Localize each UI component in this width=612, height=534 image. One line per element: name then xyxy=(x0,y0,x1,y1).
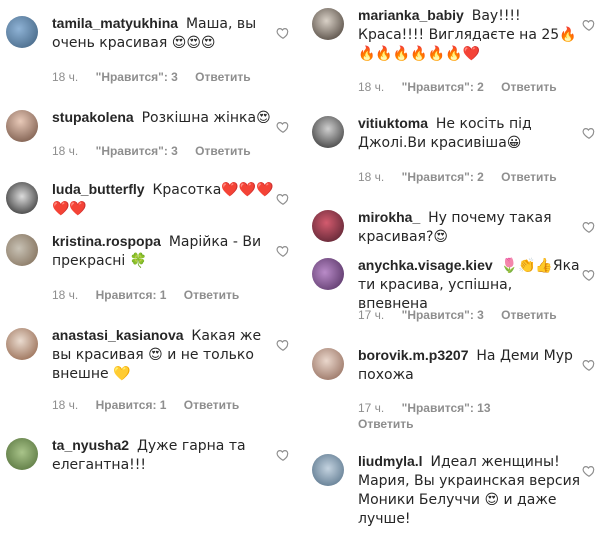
reply-button[interactable]: Ответить xyxy=(501,170,556,184)
like-heart-icon[interactable] xyxy=(276,192,290,206)
comment-item: anychka.visage.kiev 🌷👏👍Яка ти красива, у… xyxy=(306,252,606,336)
comment-time[interactable]: 18 ч. xyxy=(52,398,78,412)
comment-item: borovik.m.p3207 На Деми Мур похожа 17 ч.… xyxy=(306,342,606,442)
comment-time[interactable]: 17 ч. xyxy=(358,401,384,415)
like-heart-icon[interactable] xyxy=(276,338,290,352)
comment-item: mirokha_ Ну почему такая красивая?😍 xyxy=(306,204,606,252)
like-heart-icon[interactable] xyxy=(276,120,290,134)
comment-body: tamila_matyukhina Маша, вы очень красива… xyxy=(52,14,276,52)
comment-username[interactable]: tamila_matyukhina xyxy=(52,15,178,31)
avatar[interactable] xyxy=(6,328,38,360)
comment-body: marianka_babiy Вау!!!! Краса!!!! Вигляда… xyxy=(358,6,582,63)
comment-time[interactable]: 18 ч. xyxy=(52,144,78,158)
comment-likes[interactable]: "Нравится": 3 xyxy=(96,144,178,158)
reply-button[interactable]: Ответить xyxy=(195,70,250,84)
avatar[interactable] xyxy=(6,182,38,214)
comment-meta: 17 ч. "Нравится": 13 Ответить xyxy=(358,400,558,432)
reply-button[interactable]: Ответить xyxy=(501,308,556,322)
comment-body: stupakolena Розкішна жінка😍 xyxy=(52,108,276,127)
comment-item: marianka_babiy Вау!!!! Краса!!!! Вигляда… xyxy=(306,2,606,98)
comment-username[interactable]: liudmyla.l xyxy=(358,453,423,469)
comment-likes[interactable]: "Нравится": 2 xyxy=(402,80,484,94)
comment-item: stupakolena Розкішна жінка😍 18 ч. "Нрави… xyxy=(0,104,300,170)
comment-username[interactable]: stupakolena xyxy=(52,109,134,125)
reply-button[interactable]: Ответить xyxy=(195,144,250,158)
comment-meta: 18 ч. Нравится: 1 Ответить xyxy=(52,288,253,302)
comment-time[interactable]: 18 ч. xyxy=(52,288,78,302)
comment-body: kristina.rospopa Марійка - Ви прекрасні … xyxy=(52,232,276,270)
comment-username[interactable]: anychka.visage.kiev xyxy=(358,257,493,273)
like-heart-icon[interactable] xyxy=(276,448,290,462)
comment-body: ta_nyusha2 Дуже гарна та елегантна!!! xyxy=(52,436,276,474)
comment-meta: 18 ч. "Нравится": 3 Ответить xyxy=(52,70,265,84)
reply-button[interactable]: Ответить xyxy=(501,80,556,94)
comment-username[interactable]: kristina.rospopa xyxy=(52,233,161,249)
comment-username[interactable]: borovik.m.p3207 xyxy=(358,347,469,363)
reply-button[interactable]: Ответить xyxy=(358,416,544,432)
comment-time[interactable]: 18 ч. xyxy=(358,80,384,94)
comment-username[interactable]: vitiuktoma xyxy=(358,115,428,131)
comment-item: ta_nyusha2 Дуже гарна та елегантна!!! xyxy=(0,432,300,492)
comment-time[interactable]: 18 ч. xyxy=(52,70,78,84)
avatar[interactable] xyxy=(312,210,344,242)
like-heart-icon[interactable] xyxy=(582,126,596,140)
reply-button[interactable]: Ответить xyxy=(184,398,239,412)
like-heart-icon[interactable] xyxy=(276,244,290,258)
comments-page: tamila_matyukhina Маша, вы очень красива… xyxy=(0,0,612,534)
comment-body: borovik.m.p3207 На Деми Мур похожа xyxy=(358,346,582,384)
like-heart-icon[interactable] xyxy=(582,358,596,372)
comment-body: mirokha_ Ну почему такая красивая?😍 xyxy=(358,208,582,246)
comment-item: kristina.rospopa Марійка - Ви прекрасні … xyxy=(0,228,300,316)
reply-button[interactable]: Ответить xyxy=(184,288,239,302)
comment-meta: 18 ч. "Нравится": 2 Ответить xyxy=(358,170,571,184)
avatar[interactable] xyxy=(312,454,344,486)
comment-time[interactable]: 18 ч. xyxy=(358,170,384,184)
avatar[interactable] xyxy=(6,110,38,142)
comment-body: anastasi_kasianova Какая же вы красивая … xyxy=(52,326,276,383)
avatar[interactable] xyxy=(312,348,344,380)
comment-item: vitiuktoma Не косіть під Джолі.Ви красив… xyxy=(306,110,606,200)
comment-username[interactable]: marianka_babiy xyxy=(358,7,464,23)
comment-time[interactable]: 17 ч. xyxy=(358,308,384,322)
avatar[interactable] xyxy=(6,438,38,470)
comment-body: vitiuktoma Не косіть під Джолі.Ви красив… xyxy=(358,114,582,152)
like-heart-icon[interactable] xyxy=(582,464,596,478)
comment-body: luda_butterfly Красотка❤️❤️❤️❤️❤️ xyxy=(52,180,276,218)
comment-username[interactable]: anastasi_kasianova xyxy=(52,327,184,343)
comment-likes[interactable]: "Нравится": 2 xyxy=(402,170,484,184)
avatar[interactable] xyxy=(312,116,344,148)
comment-item: liudmyla.l Идеал женщины! Мария, Вы укра… xyxy=(306,448,606,532)
comment-username[interactable]: ta_nyusha2 xyxy=(52,437,129,453)
avatar[interactable] xyxy=(6,16,38,48)
comment-likes[interactable]: Нравится: 1 xyxy=(96,398,167,412)
comment-body: liudmyla.l Идеал женщины! Мария, Вы укра… xyxy=(358,452,582,528)
comment-item: tamila_matyukhina Маша, вы очень красива… xyxy=(0,10,300,98)
avatar[interactable] xyxy=(312,258,344,290)
comment-username[interactable]: mirokha_ xyxy=(358,209,420,225)
avatar[interactable] xyxy=(312,8,344,40)
like-heart-icon[interactable] xyxy=(582,220,596,234)
comment-meta: 17 ч. "Нравится": 3 Ответить xyxy=(358,308,571,322)
comment-meta: 18 ч. "Нравится": 2 Ответить xyxy=(358,80,571,94)
like-heart-icon[interactable] xyxy=(582,18,596,32)
like-heart-icon[interactable] xyxy=(582,268,596,282)
comment-likes[interactable]: "Нравится": 13 xyxy=(402,401,491,415)
comment-likes[interactable]: "Нравится": 3 xyxy=(402,308,484,322)
comment-username[interactable]: luda_butterfly xyxy=(52,181,145,197)
avatar[interactable] xyxy=(6,234,38,266)
comment-likes[interactable]: Нравится: 1 xyxy=(96,288,167,302)
comment-body: anychka.visage.kiev 🌷👏👍Яка ти красива, у… xyxy=(358,256,582,313)
comment-likes[interactable]: "Нравится": 3 xyxy=(96,70,178,84)
comment-meta: 18 ч. "Нравится": 3 Ответить xyxy=(52,144,265,158)
comment-meta: 18 ч. Нравится: 1 Ответить xyxy=(52,398,253,412)
comment-item: anastasi_kasianova Какая же вы красивая … xyxy=(0,322,300,428)
comment-item: luda_butterfly Красотка❤️❤️❤️❤️❤️ xyxy=(0,176,300,228)
like-heart-icon[interactable] xyxy=(276,26,290,40)
comment-text: Розкішна жінка😍 xyxy=(141,110,271,126)
